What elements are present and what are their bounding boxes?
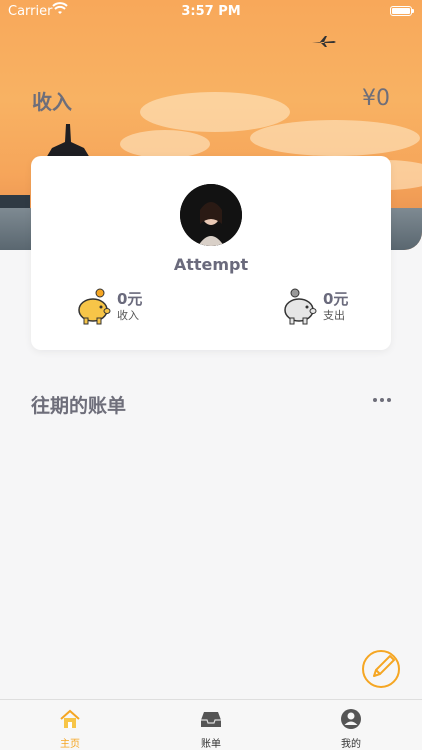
expense-amount: 0元 xyxy=(323,290,349,308)
user-icon xyxy=(341,709,361,729)
battery-icon xyxy=(390,6,414,16)
hero-income-label: 收入 xyxy=(32,90,72,114)
avatar-image xyxy=(180,184,242,246)
tower-silhouette xyxy=(46,124,90,158)
clock: 3:57 PM xyxy=(181,4,241,19)
expense-label: 支出 xyxy=(323,309,345,322)
piggy-bank-gold-icon xyxy=(78,288,111,325)
income-amount: 0元 xyxy=(117,290,143,308)
piggy-bank-gray-icon xyxy=(284,288,317,325)
tab-bills[interactable]: 账单 xyxy=(171,700,251,750)
tab-bills-label: 账单 xyxy=(201,739,221,750)
edit-button[interactable] xyxy=(360,648,402,690)
status-bar: Carrier 3:57 PM xyxy=(0,0,422,22)
history-title: 往期的账单 xyxy=(31,395,127,417)
home-icon xyxy=(60,709,80,728)
profile-card: Attempt 0元 收入 0元 支出 xyxy=(31,156,391,350)
tab-profile[interactable]: 我的 xyxy=(311,700,391,750)
tab-home[interactable]: 主页 xyxy=(30,700,110,750)
expense-stat[interactable]: 0元 支出 xyxy=(279,286,399,326)
tab-bar: 主页 账单 我的 xyxy=(0,699,422,750)
avatar[interactable] xyxy=(180,184,242,246)
income-label: 收入 xyxy=(117,309,139,322)
inbox-icon xyxy=(201,712,221,727)
airplane-icon xyxy=(312,36,336,47)
username: Attempt xyxy=(173,255,249,274)
income-stat[interactable]: 0元 收入 xyxy=(73,286,193,326)
more-icon[interactable] xyxy=(373,398,391,402)
hero-income-value: ¥0 xyxy=(362,86,390,111)
tab-home-label: 主页 xyxy=(60,739,80,750)
tab-profile-label: 我的 xyxy=(341,739,361,750)
